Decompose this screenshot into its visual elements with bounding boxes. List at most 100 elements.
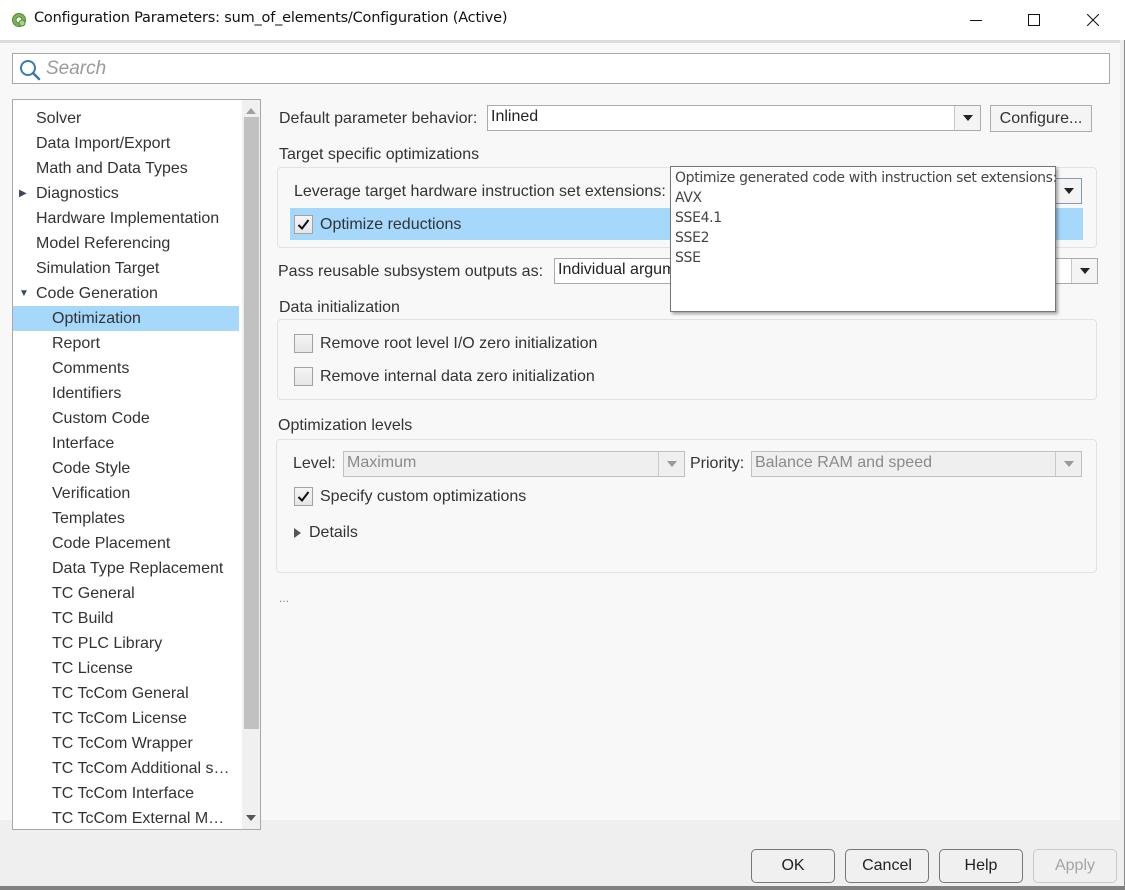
dropdown-arrow[interactable] <box>1071 259 1097 283</box>
tree-item-label: TC TcCom Wrapper <box>52 735 193 752</box>
custom-optimizations-checkbox[interactable] <box>294 487 313 506</box>
tree-item[interactable]: Optimization <box>13 306 239 331</box>
tree-item[interactable]: Simulation Target <box>13 256 239 281</box>
close-button[interactable] <box>1064 0 1122 40</box>
custom-optimizations-label: Specify custom optimizations <box>320 488 527 505</box>
maximize-button[interactable] <box>1005 0 1063 40</box>
expand-right-icon <box>294 528 301 538</box>
tree-item[interactable]: Hardware Implementation <box>13 206 239 231</box>
scroll-up-icon <box>246 108 256 114</box>
tree-item-label: TC TcCom General <box>52 685 189 702</box>
chevron-down-icon <box>1063 188 1074 194</box>
more-ellipsis: ... <box>279 591 290 605</box>
maximize-icon <box>1028 14 1040 26</box>
priority-value: Balance RAM and speed <box>755 454 932 471</box>
tree-item[interactable]: TC License <box>13 656 239 681</box>
chevron-down-icon <box>1063 461 1074 467</box>
popup-option[interactable]: SSE4.1 <box>675 210 722 226</box>
tree-item[interactable]: TC TcCom Additional s… <box>13 756 239 781</box>
opt-levels-title: Optimization levels <box>278 417 413 434</box>
collapsed-caret-icon[interactable]: ▶ <box>19 181 27 206</box>
tree-item[interactable]: Data Type Replacement <box>13 556 239 581</box>
dialog-client-area: Solver Data Import/Export Math and Data Ty… <box>0 43 1120 830</box>
tree-item[interactable]: TC TcCom Wrapper <box>13 731 239 756</box>
tree-item-label: Interface <box>52 435 115 452</box>
popup-hint: Optimize generated code with instruction… <box>675 170 1057 186</box>
tree-item-label: Simulation Target <box>36 260 160 277</box>
tree-item[interactable]: TC General <box>13 581 239 606</box>
tree-item[interactable]: Verification <box>13 481 239 506</box>
expanded-caret-icon[interactable]: ▼ <box>19 281 29 306</box>
tree-scrollbar[interactable] <box>242 100 260 829</box>
dropdown-arrow[interactable] <box>658 452 684 476</box>
tree-item[interactable]: Interface <box>13 431 239 456</box>
title-bar: Configuration Parameters: sum_of_element… <box>0 0 1125 40</box>
tree-item[interactable]: Report <box>13 331 239 356</box>
tree-item[interactable]: TC TcCom External M… <box>13 806 239 829</box>
dropdown-arrow[interactable] <box>1055 179 1081 203</box>
tree-item[interactable]: Data Import/Export <box>13 131 239 156</box>
tree-item[interactable]: ▼ Code Generation <box>13 281 239 306</box>
window-bottom-edge <box>0 886 1125 890</box>
dropdown-arrow[interactable] <box>954 106 980 130</box>
tree-item[interactable]: TC TcCom General <box>13 681 239 706</box>
tree-item-label: Model Referencing <box>36 235 171 252</box>
leverage-label: Leverage target hardware instruction set… <box>294 183 666 200</box>
tree-item[interactable]: Code Style <box>13 456 239 481</box>
tree-item[interactable]: Custom Code <box>13 406 239 431</box>
tree-item-label: TC License <box>52 660 133 677</box>
tree-item[interactable]: Solver <box>13 106 239 131</box>
tree-item-label: Report <box>52 335 101 352</box>
tree-item-label: Code Generation <box>36 285 158 302</box>
scrollbar-thumb[interactable] <box>244 117 259 729</box>
details-label: Details <box>309 524 358 541</box>
tree-item[interactable]: ▶ Diagnostics <box>13 181 239 206</box>
popup-option[interactable]: SSE2 <box>675 230 709 246</box>
cancel-button[interactable]: Cancel <box>845 849 929 883</box>
default-param-dropdown[interactable]: Inlined <box>487 105 981 131</box>
details-expander[interactable]: Details <box>292 521 392 545</box>
optimization-pane: Default parameter behavior: Inlined Conf… <box>270 43 1120 820</box>
data-init-group <box>277 319 1097 400</box>
tree-item[interactable]: Templates <box>13 506 239 531</box>
remove-root-io-checkbox[interactable] <box>294 334 313 353</box>
pass-reusable-label: Pass reusable subsystem outputs as: <box>278 263 544 280</box>
optimize-reductions-checkbox[interactable] <box>294 215 313 234</box>
configure-button[interactable]: Configure... <box>990 105 1092 132</box>
tree-item[interactable]: Model Referencing <box>13 231 239 256</box>
popup-option[interactable]: AVX <box>675 190 702 206</box>
chevron-down-icon <box>962 115 973 121</box>
apply-button[interactable]: Apply <box>1033 849 1117 883</box>
tree-item-label: Optimization <box>52 310 141 327</box>
tree-item-label: Templates <box>52 510 125 527</box>
target-specific-title: Target specific optimizations <box>279 146 480 163</box>
tree-item[interactable]: Comments <box>13 356 239 381</box>
tree-item-label: TC TcCom Additional s… <box>52 760 230 777</box>
remove-internal-data-checkbox[interactable] <box>294 367 313 386</box>
dropdown-arrow[interactable] <box>1055 452 1081 476</box>
default-param-label: Default parameter behavior: <box>279 110 478 127</box>
tree-item-label: Diagnostics <box>36 185 119 202</box>
tree-item[interactable]: TC TcCom License <box>13 706 239 731</box>
tree-item-label: Hardware Implementation <box>36 210 220 227</box>
ok-button[interactable]: OK <box>751 849 835 883</box>
tree-item-label: TC General <box>52 585 135 602</box>
popup-option[interactable]: SSE <box>675 250 701 266</box>
scroll-down-button[interactable] <box>242 809 260 827</box>
tree-item-label: Comments <box>52 360 130 377</box>
chevron-down-icon <box>1079 268 1090 274</box>
tree-item[interactable]: Identifiers <box>13 381 239 406</box>
tree-item-label: TC TcCom Interface <box>52 785 194 802</box>
instruction-set-dropdown-popup: Optimize generated code with instruction… <box>670 166 1057 312</box>
tree-item[interactable]: TC PLC Library <box>13 631 239 656</box>
minimize-icon <box>970 20 982 21</box>
priority-dropdown[interactable]: Balance RAM and speed <box>751 451 1082 477</box>
help-button[interactable]: Help <box>939 849 1023 883</box>
tree-item[interactable]: Math and Data Types <box>13 156 239 181</box>
minimize-button[interactable] <box>947 0 1005 40</box>
tree-item[interactable]: TC TcCom Interface <box>13 781 239 806</box>
tree-item[interactable]: Code Placement <box>13 531 239 556</box>
tree-item[interactable]: TC Build <box>13 606 239 631</box>
tree-item-label: TC Build <box>52 610 114 627</box>
level-dropdown[interactable]: Maximum <box>343 451 685 477</box>
